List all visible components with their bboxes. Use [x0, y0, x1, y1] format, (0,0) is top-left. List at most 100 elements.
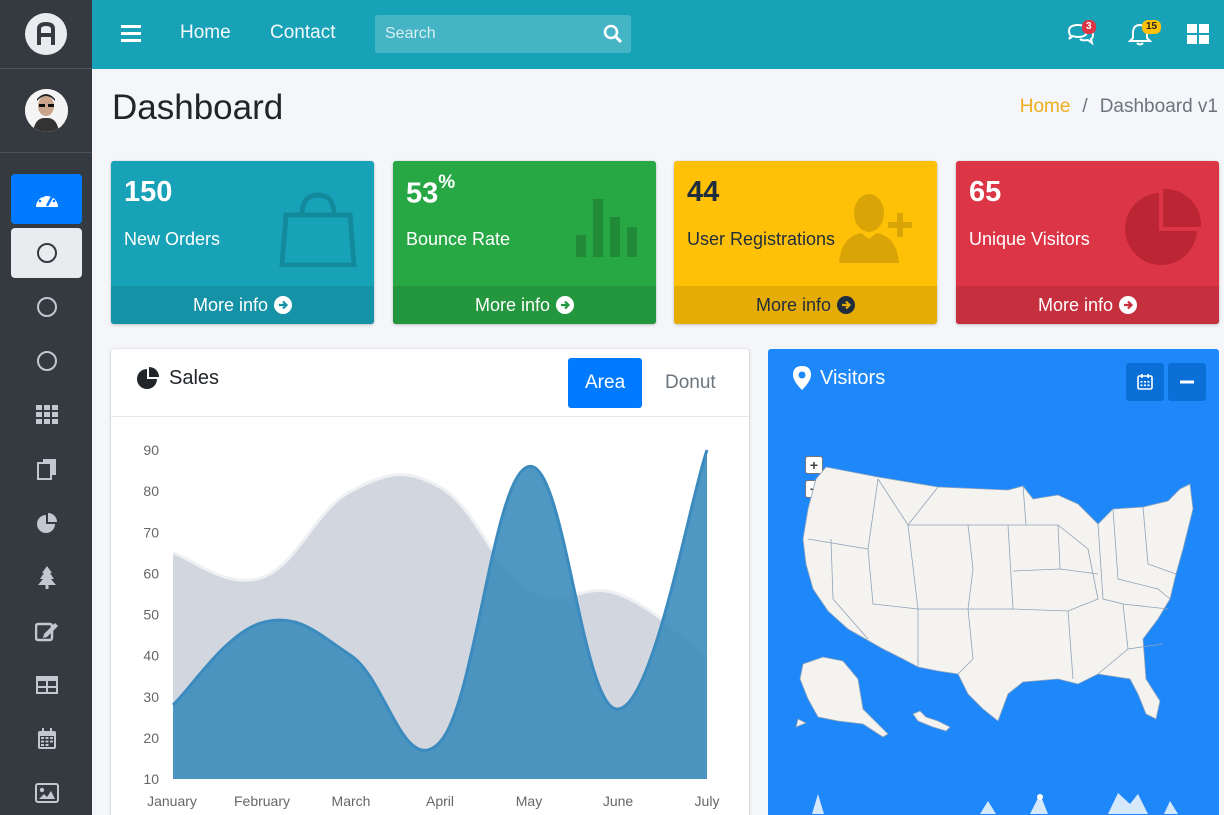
copy-icon — [36, 459, 56, 480]
edit-icon — [34, 622, 58, 642]
more-info-label: More info — [192, 294, 269, 315]
pie-chart-icon — [137, 367, 159, 389]
y-tick-label: 40 — [143, 648, 159, 664]
brand[interactable] — [0, 0, 92, 69]
table-icon — [35, 676, 58, 694]
circle-icon — [36, 243, 57, 263]
avatar[interactable] — [24, 89, 68, 132]
stat-value: 65 — [969, 176, 1002, 208]
sidebar-item-page-1[interactable] — [11, 228, 82, 278]
stat-box-registrations: 44 User Registrations More info — [674, 161, 937, 324]
sidebar-nav — [11, 174, 82, 815]
dashboard-icon — [35, 192, 58, 207]
circle-icon — [36, 297, 57, 317]
y-tick-label: 60 — [143, 565, 159, 581]
more-info-link[interactable]: More info — [111, 286, 374, 324]
stat-label: Bounce Rate — [406, 229, 511, 249]
notifications-badge: 15 — [1142, 20, 1162, 34]
sidebar-item-widgets[interactable] — [11, 390, 82, 440]
sales-title-text: Sales — [169, 366, 220, 389]
control-sidebar-toggle[interactable] — [1187, 24, 1209, 49]
sales-card-header: Sales Area Donut — [111, 349, 749, 417]
y-tick-label: 50 — [143, 607, 159, 623]
breadcrumb: Home / Dashboard v1 — [1020, 96, 1218, 118]
breadcrumb-home[interactable]: Home — [1020, 96, 1071, 118]
calendar-icon — [37, 728, 56, 749]
nav-link-contact[interactable]: Contact — [270, 22, 335, 44]
sales-area-chart: 10 20 30 40 50 60 70 80 90 January February March Ap… — [143, 442, 720, 809]
stat-label: User Registrations — [687, 229, 836, 249]
arrow-circle-right-icon — [274, 296, 293, 314]
sales-card: Sales Area Donut 10 20 30 40 50 60 70 80 90 Janua… — [111, 349, 749, 815]
user-photo-icon — [24, 89, 68, 132]
navbar-search — [375, 15, 631, 53]
user-plus-icon — [839, 193, 921, 268]
hamburger-icon — [121, 25, 141, 42]
y-tick-label: 20 — [143, 730, 159, 746]
more-info-label: More info — [1037, 294, 1114, 315]
visitor-spark-shapes — [812, 793, 1178, 814]
tree-icon — [37, 566, 56, 589]
y-tick-label: 70 — [143, 524, 159, 540]
sidebar-item-dashboard[interactable] — [11, 174, 82, 224]
menu-toggle[interactable] — [121, 24, 141, 47]
x-tick-label: February — [234, 793, 290, 809]
breadcrumb-separator: / — [1082, 96, 1088, 117]
tab-area[interactable]: Area — [568, 358, 643, 408]
stat-value: 53% — [406, 172, 456, 210]
x-tick-label: January — [147, 793, 197, 809]
messages-badge: 3 — [1082, 20, 1096, 34]
bar-chart-icon — [576, 199, 638, 262]
more-info-label: More info — [474, 294, 551, 315]
search-button[interactable] — [603, 24, 623, 49]
x-tick-label: July — [695, 793, 720, 809]
nav-link-home[interactable]: Home — [180, 22, 231, 44]
tab-donut[interactable]: Donut — [648, 358, 733, 408]
x-tick-label: June — [603, 793, 634, 809]
search-icon — [603, 24, 623, 44]
sidebar-item-page-2[interactable] — [11, 282, 82, 332]
search-input[interactable] — [375, 15, 595, 53]
pie-chart-icon — [36, 513, 57, 533]
sidebar-item-calendar[interactable] — [11, 714, 82, 764]
map-mainland — [802, 466, 1194, 722]
y-tick-label: 30 — [143, 689, 159, 705]
y-tick-label: 10 — [143, 771, 159, 787]
th-large-icon — [1187, 24, 1209, 44]
messages-button[interactable]: 3 — [1067, 20, 1096, 51]
sidebar-item-charts[interactable] — [11, 498, 82, 548]
image-icon — [34, 783, 59, 803]
logo-icon — [37, 21, 55, 45]
sidebar-item-ui-elements[interactable] — [11, 552, 82, 602]
arrow-circle-right-icon — [1119, 296, 1138, 314]
x-tick-label: May — [516, 793, 542, 809]
notifications-button[interactable]: 15 — [1127, 20, 1162, 51]
sidebar-item-gallery[interactable] — [11, 768, 82, 815]
more-info-label: More info — [755, 294, 832, 315]
map-hawaii — [912, 710, 951, 732]
map-islands — [795, 718, 807, 728]
stat-label: New Orders — [124, 229, 221, 249]
stat-value: 150 — [124, 176, 173, 208]
sidebar-item-layout[interactable] — [11, 444, 82, 494]
usa-map — [795, 466, 1194, 814]
x-tick-label: March — [332, 793, 371, 809]
more-info-link[interactable]: More info — [674, 286, 937, 324]
page-title: Dashboard — [112, 88, 284, 127]
more-info-link[interactable]: More info — [393, 286, 656, 324]
x-tick-label: April — [426, 793, 454, 809]
sidebar-item-forms[interactable] — [11, 606, 82, 656]
sidebar — [0, 0, 92, 815]
arrow-circle-right-icon — [556, 296, 575, 314]
brand-logo[interactable] — [25, 13, 67, 55]
y-tick-label: 80 — [143, 483, 159, 499]
sidebar-item-page-3[interactable] — [11, 336, 82, 386]
circle-icon — [36, 351, 57, 371]
stat-label: Unique Visitors — [969, 229, 1090, 249]
stat-box-visitors: 65 Unique Visitors More info — [956, 161, 1219, 324]
user-panel — [0, 69, 92, 153]
more-info-link[interactable]: More info — [956, 286, 1219, 324]
sidebar-item-tables[interactable] — [11, 660, 82, 710]
grid-icon — [35, 405, 58, 424]
top-navbar: Home Contact 3 15 — [92, 0, 1224, 69]
